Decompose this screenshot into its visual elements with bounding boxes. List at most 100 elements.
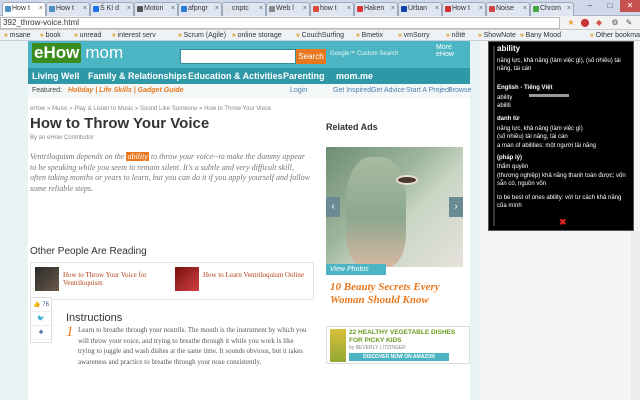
favicon-icon [489, 6, 495, 12]
amazon-button[interactable]: DISCOVER NOW ON AMAZON [349, 353, 449, 361]
favicon-icon [181, 6, 187, 12]
get-inspired-link[interactable]: Get Inspired [333, 84, 371, 98]
browser-tab[interactable]: Haken × [354, 2, 398, 16]
browser-tab[interactable]: Web l × [266, 2, 310, 16]
selected-word[interactable]: ability [126, 152, 149, 161]
maximize-button[interactable]: □ [600, 0, 620, 12]
url-field[interactable]: 392_throw-voice.html [0, 17, 560, 29]
book-ad[interactable]: 22 HEALTHY VEGETABLE DISHES FOR PICKY KI… [326, 326, 470, 364]
share-more-button[interactable]: ✚ [31, 326, 51, 340]
dict-pron-2: əbiliti [497, 103, 511, 109]
browser-tab[interactable]: how t × [310, 2, 354, 16]
tab-close-icon[interactable]: × [171, 3, 175, 15]
face-mask-photo [346, 157, 406, 267]
wrench-icon[interactable]: ✎ [624, 18, 634, 28]
browser-tab[interactable]: Noise × [486, 2, 530, 16]
tab-label: how t [320, 5, 337, 12]
logo-mom: mom [85, 43, 124, 62]
browse-link[interactable]: Browse [448, 84, 471, 98]
dict-example-1: a man of abilities: một người tài năng [497, 143, 597, 149]
tab-close-icon[interactable]: × [347, 3, 351, 15]
web-page: eHow mom Search Google™ Custom Search Mor… [0, 41, 640, 400]
facebook-like-button[interactable]: 👍 76 [31, 298, 51, 312]
ehow-mom-logo[interactable]: eHow mom [32, 43, 123, 63]
list-item[interactable]: How to Learn Ventriloquism Online [175, 267, 311, 297]
share-box: 👍 76 🐦 ✚ [30, 297, 52, 343]
favicon-icon [313, 6, 319, 12]
tab-bar: How t × How t × Ś Kí d × Motori × afpngr × cnptc × W… [0, 0, 640, 16]
extension-icon[interactable]: ⬤ [580, 18, 590, 28]
read-link[interactable]: How to Learn Ventriloquism Online [203, 271, 313, 279]
browser-tab[interactable]: Urban × [398, 2, 442, 16]
tab-close-icon[interactable]: × [391, 3, 395, 15]
byline: By an eHow Contributor [30, 135, 94, 141]
page-scrollbar[interactable] [631, 231, 640, 400]
tab-close-icon[interactable]: × [39, 3, 43, 15]
search-input[interactable] [180, 49, 296, 64]
browser-tab[interactable]: How t × [2, 2, 46, 16]
nav-parenting[interactable]: Parenting [283, 71, 325, 81]
step-number: 1 [66, 324, 74, 340]
browser-tab[interactable]: cnptc × [222, 2, 266, 16]
tab-label: Urban [408, 5, 428, 12]
book-author: by BEVERLY LITZINGER [349, 345, 406, 351]
browser-tab[interactable]: Chrom × [530, 2, 574, 16]
ad-headline[interactable]: 10 Beauty Secrets Every Woman Should Kno… [330, 281, 470, 307]
read-link[interactable]: How to Throw Your Voice for Ventriloquis… [63, 271, 173, 287]
browser-tab[interactable]: How t × [442, 2, 486, 16]
minimize-button[interactable]: – [580, 0, 600, 12]
also-reading-heading: Other People Are Reading [30, 246, 147, 257]
dict-def-2: (số nhiều) tài năng, tài cán [497, 134, 568, 140]
tab-close-icon[interactable]: × [479, 3, 483, 15]
tab-close-icon[interactable]: × [215, 3, 219, 15]
close-icon[interactable]: ✖ [559, 217, 567, 228]
twitter-button[interactable]: 🐦 [31, 312, 51, 326]
close-window-button[interactable]: ✕ [620, 0, 640, 12]
view-photos-button[interactable]: View Photos [326, 264, 386, 275]
favicon-icon [5, 6, 11, 12]
featured-links[interactable]: Holiday | Life Skills | Gadget Guide [68, 84, 184, 98]
main-nav: Living Well Family & Relationships Educa… [28, 68, 470, 84]
star-icon[interactable]: ★ [566, 18, 576, 28]
dict-summary: năng lực, khả năng (làm việc gì), (số nh… [497, 58, 621, 72]
google-custom-search-label: Google™ Custom Search [330, 51, 399, 57]
nav-education-activities[interactable]: Education & Activities [188, 71, 283, 81]
browser-tab[interactable]: Motori × [134, 2, 178, 16]
ad-image[interactable] [326, 147, 463, 267]
dict-law: (pháp lý) [497, 155, 522, 161]
breadcrumb[interactable]: eHow » Music » Play & Listen to Music » … [30, 106, 271, 112]
nav-living-well[interactable]: Living Well [32, 71, 79, 81]
tab-close-icon[interactable]: × [523, 3, 527, 15]
tab-label: How t [56, 5, 74, 12]
popup-scrollbar[interactable] [493, 46, 495, 226]
login-link[interactable]: Login [290, 84, 307, 98]
tab-close-icon[interactable]: × [83, 3, 87, 15]
extension-icon[interactable]: ◆ [594, 18, 604, 28]
tab-close-icon[interactable]: × [127, 3, 131, 15]
dict-part-of-speech: danh từ [497, 116, 520, 122]
settings-icon[interactable]: ⚙ [610, 18, 620, 28]
tab-close-icon[interactable]: × [303, 3, 307, 15]
tab-close-icon[interactable]: × [435, 3, 439, 15]
more-ehow-link[interactable]: More eHow [436, 44, 470, 58]
favicon-icon [269, 6, 275, 12]
tab-close-icon[interactable]: × [259, 3, 263, 15]
site-header: eHow mom Search Google™ Custom Search Mor… [28, 41, 470, 84]
dict-word: ability [497, 44, 521, 53]
tab-close-icon[interactable]: × [567, 3, 571, 15]
ad-next-arrow-icon[interactable]: › [449, 197, 463, 217]
browser-tab[interactable]: How t × [46, 2, 90, 16]
start-project-link[interactable]: Start A Project [406, 84, 450, 98]
favicon-icon [533, 6, 539, 12]
browser-tab[interactable]: Ś Kí d × [90, 2, 134, 16]
nav-mom-me[interactable]: mom.me [336, 71, 373, 81]
nav-family-relationships[interactable]: Family & Relationships [88, 71, 187, 81]
tab-label: Chrom [540, 5, 562, 12]
audio-bar[interactable] [529, 94, 569, 97]
list-item[interactable]: How to Throw Your Voice for Ventriloquis… [35, 267, 171, 297]
search-button[interactable]: Search [296, 49, 326, 64]
ad-prev-arrow-icon[interactable]: ‹ [326, 197, 340, 217]
featured-bar: Featured: Holiday | Life Skills | Gadget… [28, 84, 471, 98]
browser-tab[interactable]: afpngr × [178, 2, 222, 16]
get-advice-link[interactable]: Get Advice [371, 84, 405, 98]
